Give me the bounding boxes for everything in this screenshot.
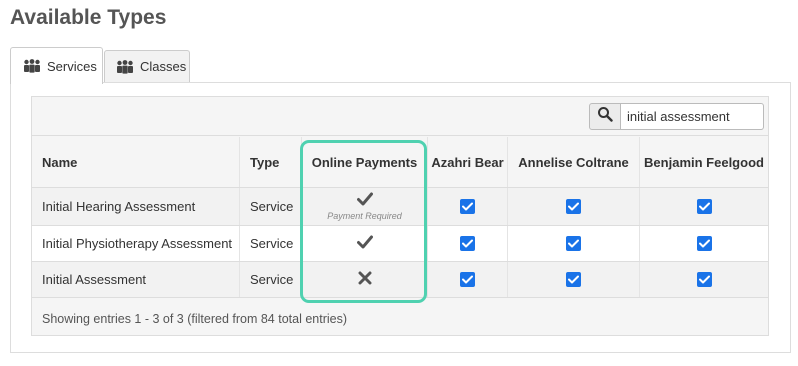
table-row[interactable]: Initial Hearing Assessment Service Payme… bbox=[32, 188, 768, 226]
data-table: Name Type Online Payments Azahri Bear An… bbox=[31, 96, 769, 336]
checkbox-cell bbox=[640, 188, 768, 225]
table-row[interactable]: Initial Physiotherapy Assessment Service bbox=[32, 226, 768, 262]
table-row[interactable]: Initial Assessment Service bbox=[32, 262, 768, 298]
checkbox-cell bbox=[508, 188, 640, 225]
checkbox-benjamin-feelgood[interactable] bbox=[696, 236, 712, 251]
tab-services-label: Services bbox=[47, 58, 97, 74]
column-header-type[interactable]: Type bbox=[240, 137, 302, 187]
checkbox-annelise-coltrane[interactable] bbox=[566, 199, 581, 214]
checkbox-cell bbox=[428, 262, 508, 297]
table-header-row: Name Type Online Payments Azahri Bear An… bbox=[32, 137, 768, 188]
search-button[interactable] bbox=[589, 103, 621, 130]
checkbox-cell bbox=[428, 226, 508, 261]
checkbox-azahri-bear[interactable] bbox=[460, 236, 475, 251]
payment-required-note: Payment Required bbox=[327, 211, 402, 221]
check-icon bbox=[356, 235, 373, 252]
column-header-name[interactable]: Name bbox=[32, 137, 240, 187]
checkbox-benjamin-feelgood[interactable] bbox=[696, 199, 712, 214]
row-name: Initial Hearing Assessment bbox=[32, 188, 240, 225]
row-type: Service bbox=[240, 262, 302, 297]
table-toolbar bbox=[32, 97, 768, 136]
search-icon bbox=[597, 106, 613, 127]
people-icon bbox=[23, 59, 41, 73]
cross-icon bbox=[358, 271, 372, 288]
tab-services[interactable]: Services bbox=[10, 47, 103, 84]
page-title: Available Types bbox=[10, 6, 167, 29]
checkbox-benjamin-feelgood[interactable] bbox=[696, 272, 712, 287]
checkbox-azahri-bear[interactable] bbox=[460, 272, 475, 287]
checkbox-annelise-coltrane[interactable] bbox=[566, 272, 581, 287]
column-header-annelise-coltrane[interactable]: Annelise Coltrane bbox=[508, 137, 640, 187]
online-payment-cell bbox=[302, 262, 428, 297]
tab-classes-label: Classes bbox=[140, 59, 187, 74]
checkbox-annelise-coltrane[interactable] bbox=[566, 236, 581, 251]
check-icon bbox=[356, 192, 373, 209]
column-header-online-payments[interactable]: Online Payments bbox=[302, 137, 428, 187]
tab-classes[interactable]: Classes bbox=[104, 50, 190, 82]
row-name: Initial Assessment bbox=[32, 262, 240, 297]
checkbox-cell bbox=[508, 226, 640, 261]
checkbox-cell bbox=[640, 262, 768, 297]
column-header-azahri-bear[interactable]: Azahri Bear bbox=[428, 137, 508, 187]
checkbox-cell bbox=[428, 188, 508, 225]
table-footer-info: Showing entries 1 - 3 of 3 (filtered fro… bbox=[42, 312, 348, 326]
row-type: Service bbox=[240, 188, 302, 225]
search-input[interactable] bbox=[620, 103, 764, 130]
people-icon bbox=[116, 59, 134, 74]
row-type: Service bbox=[240, 226, 302, 261]
checkbox-cell bbox=[640, 226, 768, 261]
online-payment-cell bbox=[302, 226, 428, 261]
online-payment-cell: Payment Required bbox=[302, 188, 428, 225]
row-name: Initial Physiotherapy Assessment bbox=[32, 226, 240, 261]
column-header-benjamin-feelgood[interactable]: Benjamin Feelgood bbox=[640, 137, 768, 187]
checkbox-cell bbox=[508, 262, 640, 297]
checkbox-azahri-bear[interactable] bbox=[460, 199, 475, 214]
